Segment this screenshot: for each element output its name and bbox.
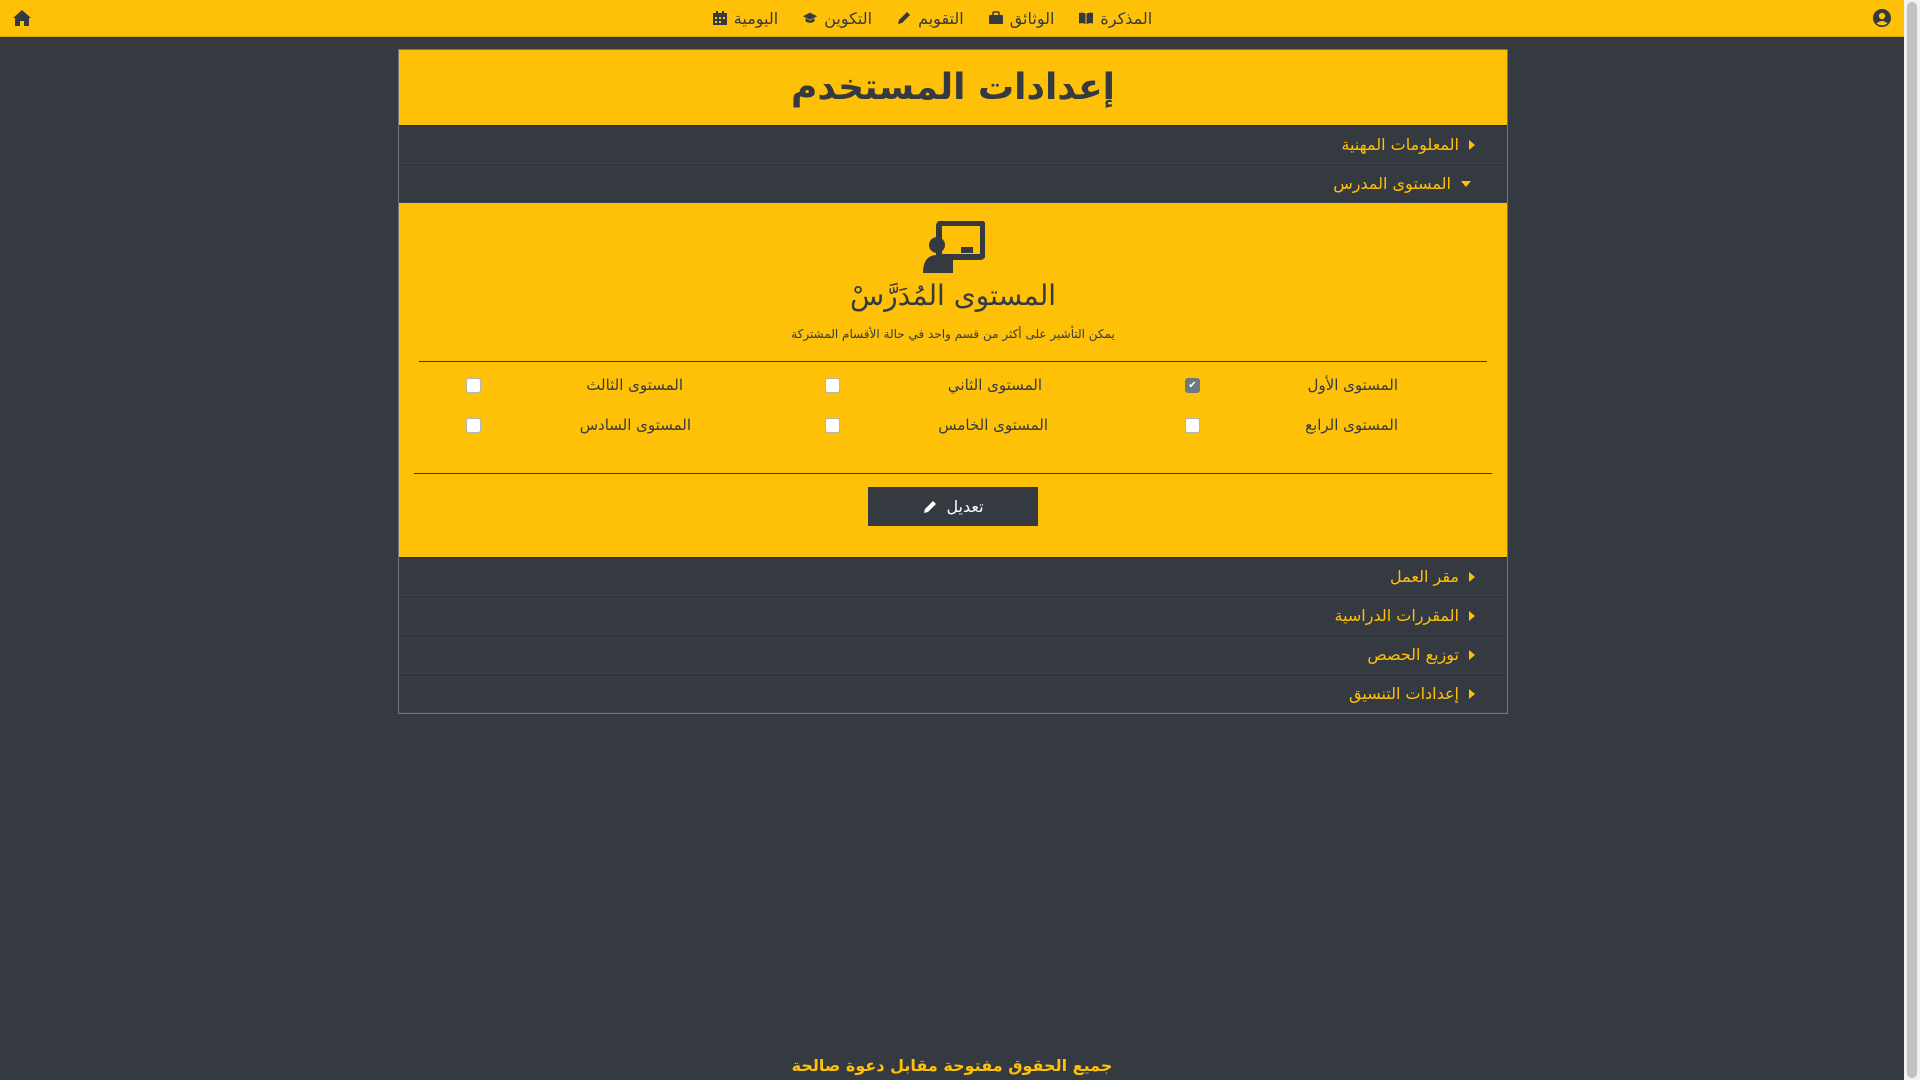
- nav-item-label: الوثائق: [1009, 8, 1055, 28]
- caret-left-icon: [1469, 610, 1475, 621]
- nav-item-label: اليومية: [733, 8, 779, 28]
- panel-subtitle: يمكن التأشير على أكثر من قسم واحد في حال…: [791, 327, 1115, 341]
- panel-title: المستوى المُدَرَّسْ: [849, 279, 1057, 312]
- caret-left-icon: [1469, 688, 1475, 699]
- accordion-workplace[interactable]: مقر العمل: [399, 557, 1507, 596]
- level-label: المستوى الرابع: [1305, 416, 1398, 434]
- level-2-checkbox[interactable]: [825, 378, 840, 393]
- nav-item-evaluation[interactable]: التقويم: [896, 9, 964, 28]
- user-circle-icon[interactable]: [1872, 8, 1892, 28]
- divider: [414, 473, 1492, 474]
- accordion-label: توزيع الحصص: [1367, 645, 1459, 664]
- page-title: إعدادات المستخدم: [399, 50, 1507, 125]
- pencil-icon: [898, 12, 911, 24]
- top-navbar: المذكرة الوثائق التقويم التكوين اليومية: [0, 0, 1904, 37]
- level-label: المستوى الأول: [1307, 376, 1398, 394]
- nav-item-label: التكوين: [824, 8, 873, 28]
- nav-item-training[interactable]: التكوين: [802, 9, 872, 28]
- level-label: المستوى الخامس: [938, 416, 1048, 434]
- graduation-cap-icon: [803, 12, 818, 23]
- accordion-label: مقر العمل: [1390, 567, 1459, 586]
- level-6-checkbox[interactable]: [466, 418, 481, 433]
- caret-left-icon: [1469, 571, 1475, 582]
- nav-item-daily[interactable]: اليومية: [712, 9, 778, 28]
- chalkboard-teacher-icon: [923, 221, 985, 273]
- nav-item-label: التقويم: [918, 8, 964, 28]
- accordion-label: المستوى المدرس: [1333, 174, 1451, 193]
- caret-down-icon: [1461, 180, 1471, 187]
- footer-text: جميع الحقوق مفتوحة مقابل دعوة صالحة: [791, 1056, 1113, 1075]
- level-5-checkbox[interactable]: [825, 418, 840, 433]
- edit-button[interactable]: تعديل: [868, 487, 1038, 526]
- accordion-label: إعدادات التنسيق: [1349, 684, 1459, 703]
- accordion-professional-info[interactable]: المعلومات المهنية: [399, 125, 1507, 164]
- pencil-icon: [924, 500, 937, 513]
- divider: [419, 361, 1487, 362]
- nav-item-label: المذكرة: [1100, 8, 1153, 28]
- accordion-label: المقررات الدراسية: [1334, 606, 1459, 625]
- nav-item-memo[interactable]: المذكرة: [1078, 9, 1152, 28]
- level-1-checkbox[interactable]: [1185, 378, 1200, 393]
- book-icon: [1079, 12, 1094, 24]
- nav-item-documents[interactable]: الوثائق: [988, 8, 1055, 28]
- scrollbar-thumb[interactable]: [1907, 2, 1917, 1078]
- edit-label: تعديل: [946, 497, 984, 516]
- teaching-level-panel: المستوى المُدَرَّسْ يمكن التأشير على أكث…: [399, 203, 1507, 557]
- nav-menu: المذكرة الوثائق التقويم التكوين اليومية: [712, 9, 1152, 28]
- accordion-curricula[interactable]: المقررات الدراسية: [399, 596, 1507, 635]
- user-settings-card: إعدادات المستخدم المعلومات المهنية المست…: [398, 49, 1508, 714]
- accordion-label: المعلومات المهنية: [1341, 135, 1459, 154]
- calendar-icon: [712, 11, 727, 25]
- level-label: المستوى السادس: [579, 416, 691, 434]
- briefcase-icon: [988, 11, 1003, 24]
- level-4-checkbox[interactable]: [1185, 418, 1200, 433]
- level-label: المستوى الثالث: [586, 376, 683, 394]
- accordion-schedule[interactable]: توزيع الحصص: [399, 635, 1507, 674]
- home-icon[interactable]: [12, 9, 32, 27]
- level-label: المستوى الثاني: [947, 376, 1042, 394]
- level-3-checkbox[interactable]: [466, 378, 481, 393]
- caret-left-icon: [1469, 139, 1475, 150]
- scrollbar[interactable]: [1904, 0, 1920, 1080]
- caret-left-icon: [1469, 649, 1475, 660]
- accordion-format-settings[interactable]: إعدادات التنسيق: [399, 674, 1507, 713]
- accordion-teaching-level[interactable]: المستوى المدرس: [399, 164, 1507, 203]
